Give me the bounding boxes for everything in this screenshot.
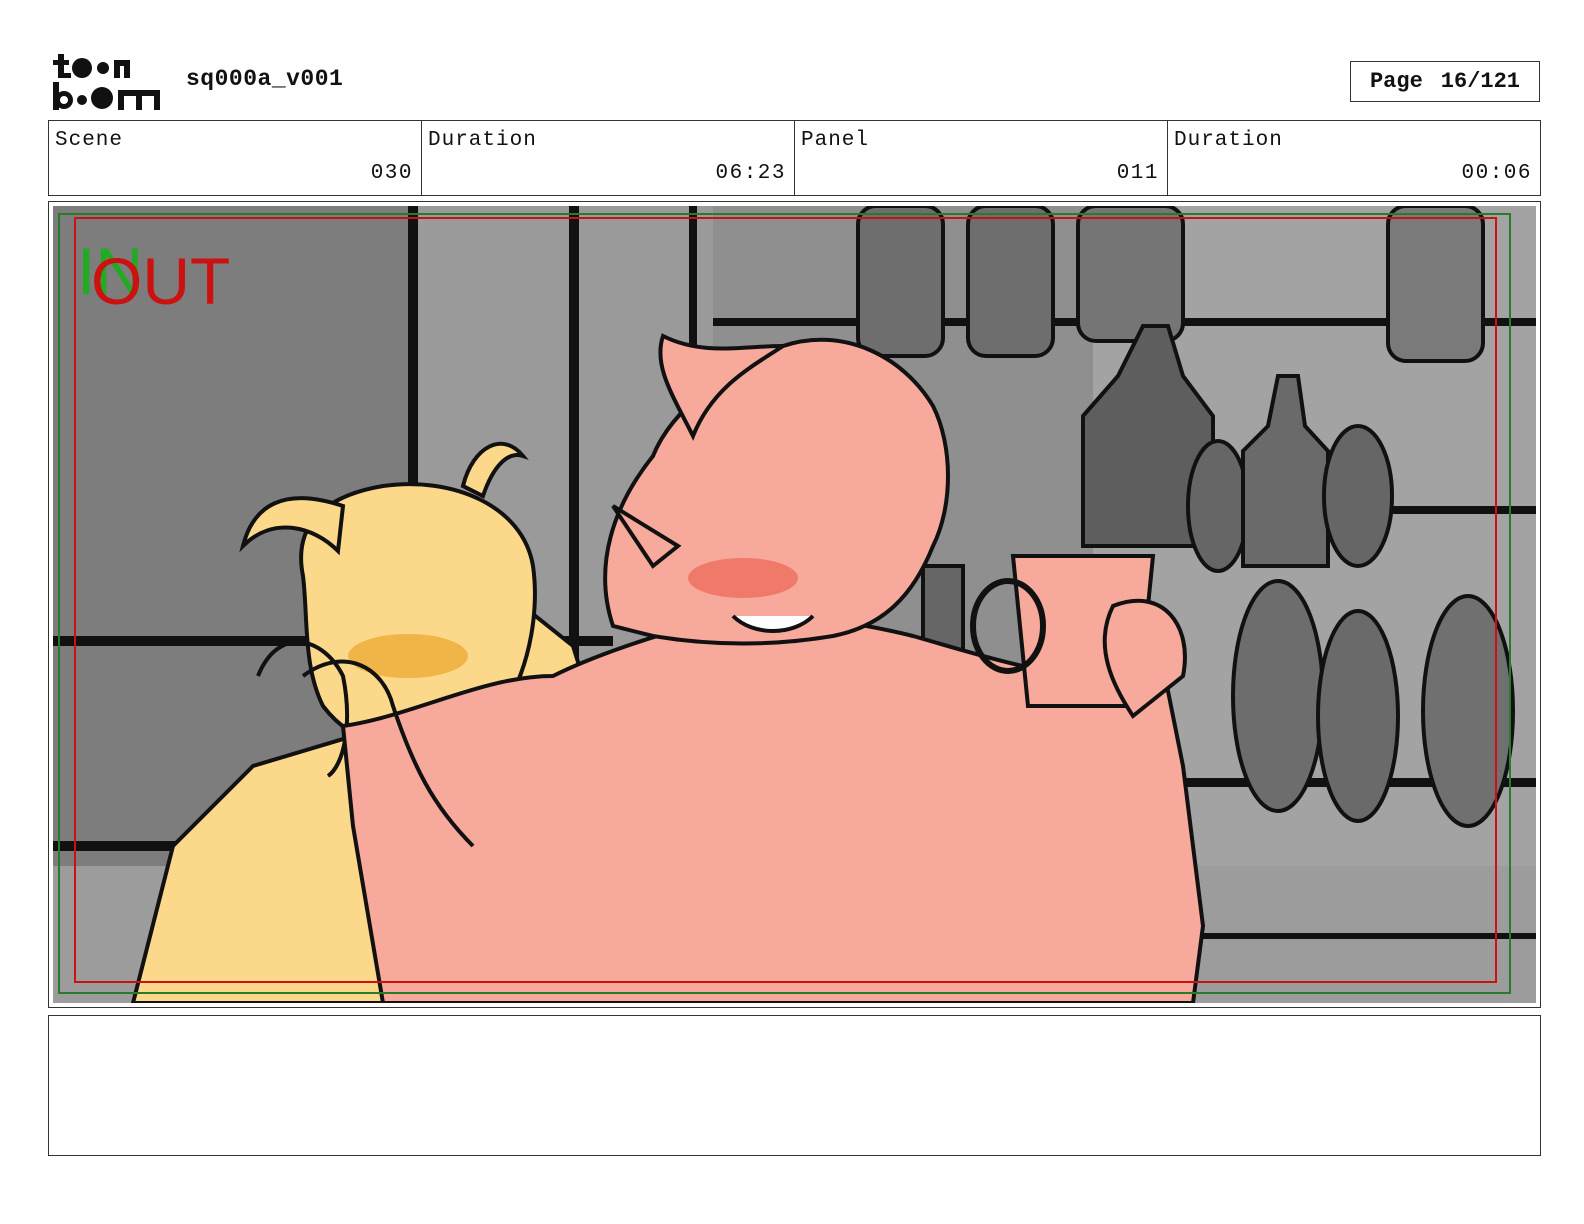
scene-duration-cell: Duration 06:23	[421, 121, 794, 195]
panel-duration-cell: Duration 00:06	[1167, 121, 1540, 195]
panel-artwork: IN OUT	[53, 206, 1536, 1003]
scene-value: 030	[370, 162, 413, 185]
panel-duration-value: 00:06	[1461, 162, 1532, 185]
toon-boom-logo	[52, 52, 164, 112]
out-marker: OUT	[91, 244, 230, 318]
page-indicator: Page 16/121	[1350, 61, 1540, 102]
panel-label: Panel	[801, 129, 870, 152]
scene-label: Scene	[55, 129, 124, 152]
scene-duration-value: 06:23	[715, 162, 786, 185]
storyboard-panel: IN OUT	[48, 201, 1541, 1008]
logo-icon	[53, 54, 160, 110]
panel-cell: Panel 011	[794, 121, 1167, 195]
panel-info-table: Scene 030 Duration 06:23 Panel 011 Durat…	[48, 120, 1541, 196]
project-name: sq000a_v001	[186, 66, 344, 92]
scene-cell: Scene 030	[49, 121, 421, 195]
scene-duration-label: Duration	[428, 129, 537, 152]
panel-notes-box	[48, 1015, 1541, 1156]
panel-duration-label: Duration	[1174, 129, 1283, 152]
panel-value: 011	[1116, 162, 1159, 185]
page-value: 16/121	[1440, 69, 1521, 94]
page-label: Page	[1369, 69, 1423, 94]
